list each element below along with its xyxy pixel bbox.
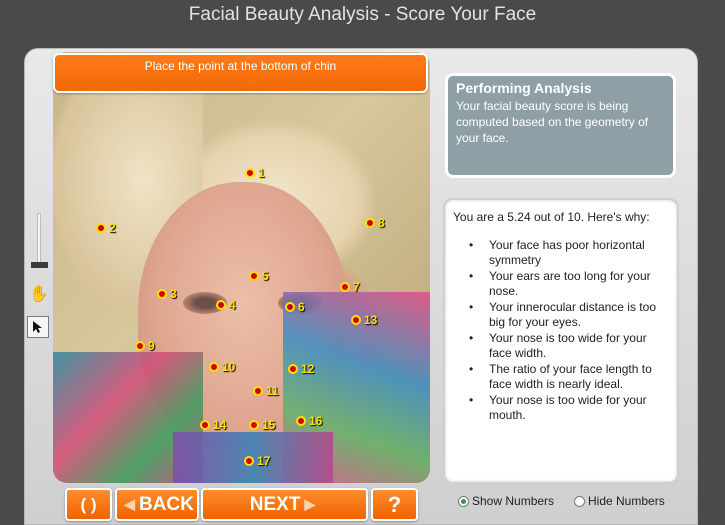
analysis-status-panel: Performing Analysis Your facial beauty s… — [445, 73, 676, 178]
landmark-dot[interactable] — [253, 386, 263, 396]
results-list: Your face has poor horizontal symmetry Y… — [453, 238, 669, 423]
landmark-number: 5 — [262, 269, 269, 283]
landmark-dot[interactable] — [288, 364, 298, 374]
landmark-dot[interactable] — [216, 300, 226, 310]
result-item: Your face has poor horizontal symmetry — [469, 238, 669, 268]
landmark-number: 1 — [258, 166, 265, 180]
results-panel: You are a 5.24 out of 10. Here's why: Yo… — [443, 198, 679, 484]
show-numbers-option[interactable]: Show Numbers — [458, 494, 554, 508]
landmark-dot[interactable] — [245, 168, 255, 178]
show-numbers-radio[interactable] — [458, 495, 469, 507]
landmark-number: 9 — [148, 339, 155, 353]
hand-pan-icon[interactable]: ✋ — [29, 285, 49, 305]
back-label: BACK — [138, 493, 194, 515]
landmark-number: 15 — [262, 418, 276, 432]
landmark-number: 12 — [301, 362, 315, 376]
next-button[interactable]: NEXT ▶ — [201, 488, 368, 521]
chevron-right-icon: ▶ — [304, 496, 316, 512]
landmark-dot[interactable] — [157, 289, 167, 299]
landmark-dot[interactable] — [209, 362, 219, 372]
landmark-dot[interactable] — [200, 420, 210, 430]
app-title: Facial Beauty Analysis - Score Your Face — [188, 4, 537, 25]
result-item: The ratio of your face length to face wi… — [469, 362, 669, 392]
back-button[interactable]: ◀ BACK — [115, 488, 199, 521]
landmark-number: 10 — [222, 360, 236, 374]
help-button[interactable]: ? — [371, 488, 418, 521]
landmark-number: 16 — [309, 414, 323, 428]
landmark-dot[interactable] — [249, 420, 259, 430]
landmark-number: 3 — [170, 287, 177, 301]
landmark-number: 6 — [298, 300, 305, 314]
landmark-dot[interactable] — [365, 218, 375, 228]
result-item: Your nose is too wide for your face widt… — [469, 331, 669, 361]
landmark-number: 11 — [266, 384, 279, 398]
landmark-number: 4 — [229, 298, 236, 312]
reset-button[interactable]: ( ) — [65, 488, 112, 521]
landmark-dot[interactable] — [96, 223, 106, 233]
cursor-arrow-icon — [33, 321, 42, 333]
analysis-body: Your facial beauty score is being comput… — [456, 99, 649, 145]
landmark-dot[interactable] — [244, 456, 254, 466]
landmark-number: 13 — [364, 313, 378, 327]
landmark-number: 2 — [109, 221, 116, 235]
landmark-dot[interactable] — [285, 302, 295, 312]
next-label: NEXT — [249, 493, 301, 515]
result-item: Your innerocular distance is too big for… — [469, 300, 669, 330]
face-photo[interactable] — [53, 52, 430, 483]
reset-label: ( ) — [80, 494, 97, 514]
zoom-slider-track[interactable] — [37, 213, 41, 263]
help-label: ? — [387, 491, 402, 517]
zoom-slider-handle[interactable] — [31, 262, 48, 268]
pointer-tool-button[interactable] — [27, 316, 49, 338]
landmark-number: 14 — [213, 418, 227, 432]
landmark-number: 17 — [257, 454, 271, 468]
landmark-number: 8 — [378, 216, 385, 230]
hide-numbers-label: Hide Numbers — [588, 494, 665, 508]
result-item: Your ears are too long for your nose. — [469, 269, 669, 299]
landmark-dot[interactable] — [340, 282, 350, 292]
landmark-dot[interactable] — [135, 341, 145, 351]
hide-numbers-option[interactable]: Hide Numbers — [574, 494, 665, 508]
analysis-title: Performing Analysis — [456, 80, 592, 96]
result-item: Your nose is too wide for your mouth. — [469, 393, 669, 423]
instruction-banner: Place the point at the bottom of chin — [53, 53, 428, 93]
landmark-dot[interactable] — [249, 271, 259, 281]
landmark-dot[interactable] — [296, 416, 306, 426]
chevron-left-icon: ◀ — [124, 496, 135, 512]
landmark-dot[interactable] — [351, 315, 361, 325]
hide-numbers-radio[interactable] — [574, 495, 585, 507]
show-numbers-label: Show Numbers — [472, 494, 555, 508]
score-text: You are a 5.24 out of 10. Here's why: — [453, 210, 650, 224]
landmark-number: 7 — [353, 280, 360, 294]
